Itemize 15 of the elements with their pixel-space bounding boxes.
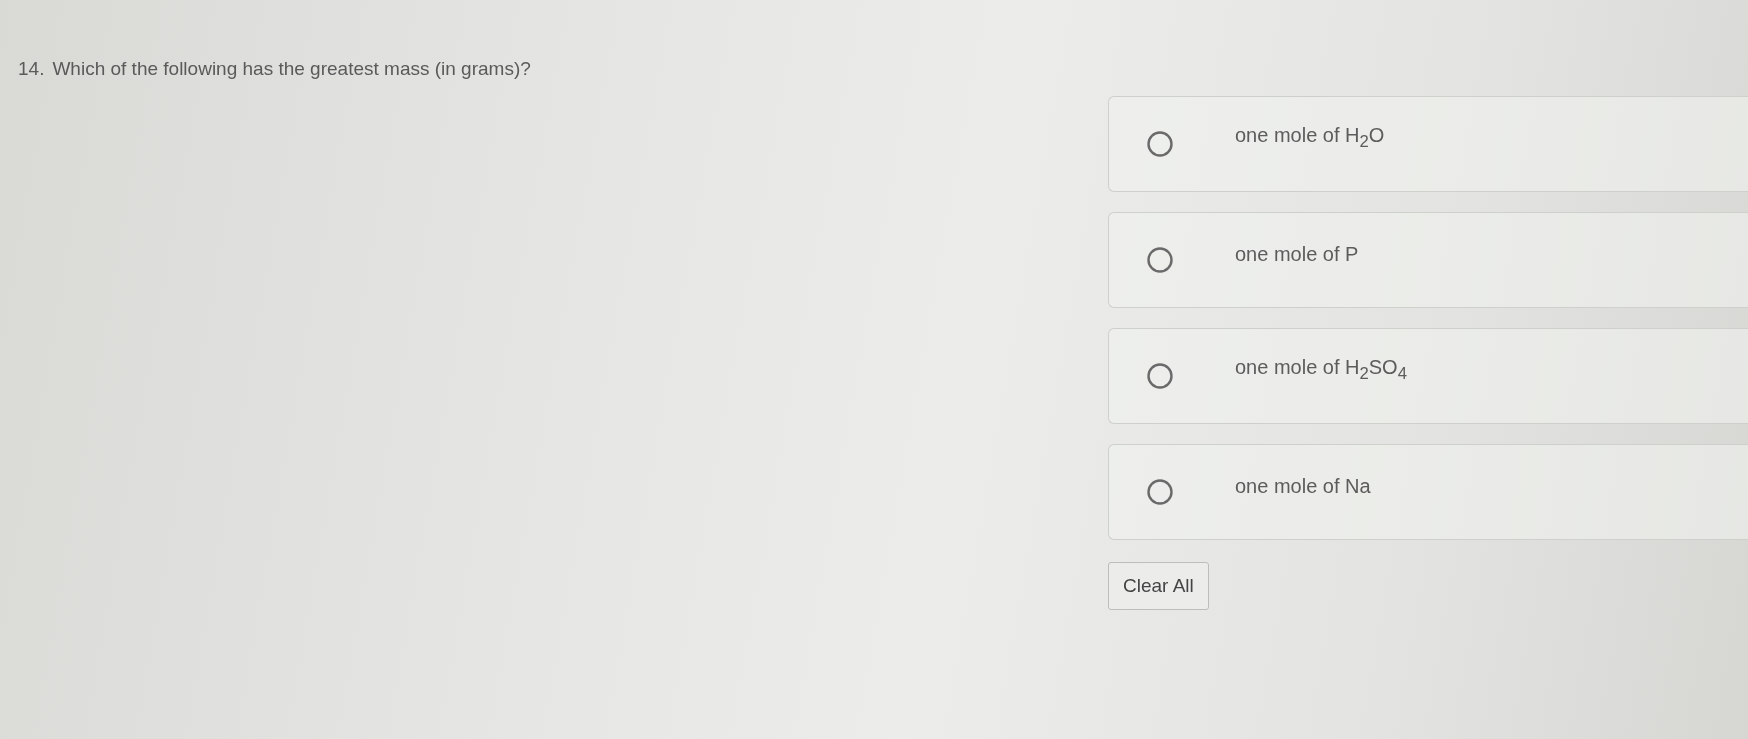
answer-option[interactable]: one mole of P [1108, 212, 1748, 308]
clear-all-button[interactable]: Clear All [1108, 562, 1209, 610]
radio-button[interactable] [1147, 479, 1173, 505]
option-label: one mole of H$_{2}$SO$_{4}$ [1235, 356, 1407, 384]
radio-button[interactable] [1147, 131, 1173, 157]
option-label: one mole of H$_{2}$O [1235, 124, 1385, 152]
question-text: Which of the following has the greatest mass (in grams)? [52, 58, 531, 80]
radio-button[interactable] [1147, 247, 1173, 273]
radio-button[interactable] [1147, 363, 1173, 389]
question-number: 14. [18, 58, 45, 80]
answer-option[interactable]: one mole of Na [1108, 444, 1748, 540]
answer-option[interactable]: one mole of H$_{2}$SO$_{4}$ [1108, 328, 1748, 424]
option-label: one mole of P [1235, 242, 1359, 266]
option-label: one mole of Na [1235, 474, 1371, 498]
answer-option[interactable]: one mole of H$_{2}$O [1108, 96, 1748, 192]
